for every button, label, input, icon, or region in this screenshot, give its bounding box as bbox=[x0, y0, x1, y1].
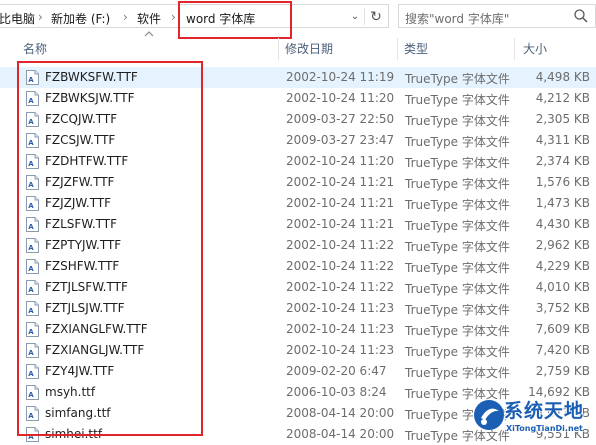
file-modified-date: 2008-04-14 20:00 bbox=[286, 427, 395, 441]
watermark-url: XiTongTianDi.net bbox=[506, 424, 583, 433]
watermark-logo-icon bbox=[474, 400, 504, 430]
file-modified-date: 2002-10-24 11:19 bbox=[286, 70, 395, 84]
search-icon[interactable] bbox=[573, 8, 589, 24]
file-modified-date: 2006-10-03 8:24 bbox=[286, 385, 387, 399]
watermark: 系统天地 XiTongTianDi.net bbox=[470, 394, 596, 441]
column-header-name[interactable]: 名称 bbox=[23, 40, 47, 57]
file-type: TrueType 字体文件 bbox=[405, 135, 510, 149]
file-modified-date: 2008-04-14 20:00 bbox=[286, 406, 395, 420]
breadcrumb-software[interactable]: 软件 bbox=[137, 10, 161, 27]
file-size: 4,010 KB bbox=[535, 280, 590, 294]
file-type: TrueType 字体文件 bbox=[405, 303, 510, 317]
file-size: 4,430 KB bbox=[535, 217, 590, 231]
refresh-icon[interactable]: ↻ bbox=[367, 8, 385, 26]
file-size: 4,311 KB bbox=[535, 133, 590, 147]
file-size: 1,576 KB bbox=[535, 175, 590, 189]
file-type: TrueType 字体文件 bbox=[405, 324, 510, 338]
address-highlight-box bbox=[178, 1, 292, 39]
file-size: 7,420 KB bbox=[535, 343, 590, 357]
file-type: TrueType 字体文件 bbox=[405, 198, 510, 212]
breadcrumb-this-pc[interactable]: 比电脑 bbox=[0, 10, 35, 27]
divider bbox=[364, 8, 365, 25]
file-type: TrueType 字体文件 bbox=[405, 282, 510, 296]
column-divider[interactable] bbox=[278, 38, 279, 60]
file-modified-date: 2002-10-24 11:23 bbox=[286, 301, 395, 315]
file-modified-date: 2009-03-27 23:47 bbox=[286, 133, 395, 147]
file-size: 1,473 KB bbox=[535, 196, 590, 210]
file-type: TrueType 字体文件 bbox=[405, 219, 510, 233]
file-modified-date: 2009-02-20 6:47 bbox=[286, 364, 387, 378]
column-header-type[interactable]: 类型 bbox=[404, 40, 428, 57]
file-type: TrueType 字体文件 bbox=[405, 72, 510, 86]
file-type: TrueType 字体文件 bbox=[405, 156, 510, 170]
column-header-date[interactable]: 修改日期 bbox=[285, 40, 333, 57]
file-modified-date: 2002-10-24 11:23 bbox=[286, 322, 395, 336]
file-list-highlight-box bbox=[17, 61, 203, 436]
file-size: 4,212 KB bbox=[535, 91, 590, 105]
file-size: 7,609 KB bbox=[535, 322, 590, 336]
file-size: 2,305 KB bbox=[535, 112, 590, 126]
file-modified-date: 2002-10-24 11:21 bbox=[286, 196, 395, 210]
file-modified-date: 2002-10-24 11:21 bbox=[286, 175, 395, 189]
file-modified-date: 2002-10-24 11:22 bbox=[286, 238, 395, 252]
file-size: 2,759 KB bbox=[535, 364, 590, 378]
top-bar: 比电脑 › 新加卷 (F:) › 软件 › word 字体库 ⌄ ↻ 搜索"wo… bbox=[0, 0, 596, 33]
breadcrumb-drive[interactable]: 新加卷 (F:) bbox=[51, 10, 110, 27]
breadcrumb-separator-icon[interactable]: › bbox=[171, 10, 176, 24]
file-size: 3,752 KB bbox=[535, 301, 590, 315]
watermark-text: 系统天地 bbox=[504, 400, 585, 422]
search-box[interactable]: 搜索"word 字体库" bbox=[398, 4, 596, 28]
breadcrumb-separator-icon[interactable]: › bbox=[38, 10, 43, 24]
file-size: 2,374 KB bbox=[535, 154, 590, 168]
search-input[interactable]: 搜索"word 字体库" bbox=[405, 10, 509, 27]
file-modified-date: 2009-03-27 22:50 bbox=[286, 112, 395, 126]
file-type: TrueType 字体文件 bbox=[405, 345, 510, 359]
breadcrumb-separator-icon[interactable]: › bbox=[123, 10, 128, 24]
file-type: TrueType 字体文件 bbox=[405, 93, 510, 107]
file-modified-date: 2002-10-24 11:23 bbox=[286, 343, 395, 357]
file-size: 4,498 KB bbox=[535, 70, 590, 84]
file-modified-date: 2002-10-24 11:22 bbox=[286, 280, 395, 294]
column-divider[interactable] bbox=[514, 38, 515, 60]
sort-ascending-icon bbox=[144, 31, 154, 37]
chevron-down-icon[interactable]: ⌄ bbox=[348, 9, 362, 25]
file-type: TrueType 字体文件 bbox=[405, 261, 510, 275]
file-modified-date: 2002-10-24 11:20 bbox=[286, 91, 395, 105]
file-type: TrueType 字体文件 bbox=[405, 177, 510, 191]
file-modified-date: 2002-10-24 11:20 bbox=[286, 154, 395, 168]
column-divider[interactable] bbox=[397, 38, 398, 60]
file-type: TrueType 字体文件 bbox=[405, 366, 510, 380]
file-type: TrueType 字体文件 bbox=[405, 240, 510, 254]
file-size: 2,962 KB bbox=[535, 238, 590, 252]
file-type: TrueType 字体文件 bbox=[405, 114, 510, 128]
column-header-size[interactable]: 大小 bbox=[523, 40, 547, 57]
file-modified-date: 2002-10-24 11:22 bbox=[286, 259, 395, 273]
file-modified-date: 2002-10-24 11:21 bbox=[286, 217, 395, 231]
file-size: 4,229 KB bbox=[535, 259, 590, 273]
